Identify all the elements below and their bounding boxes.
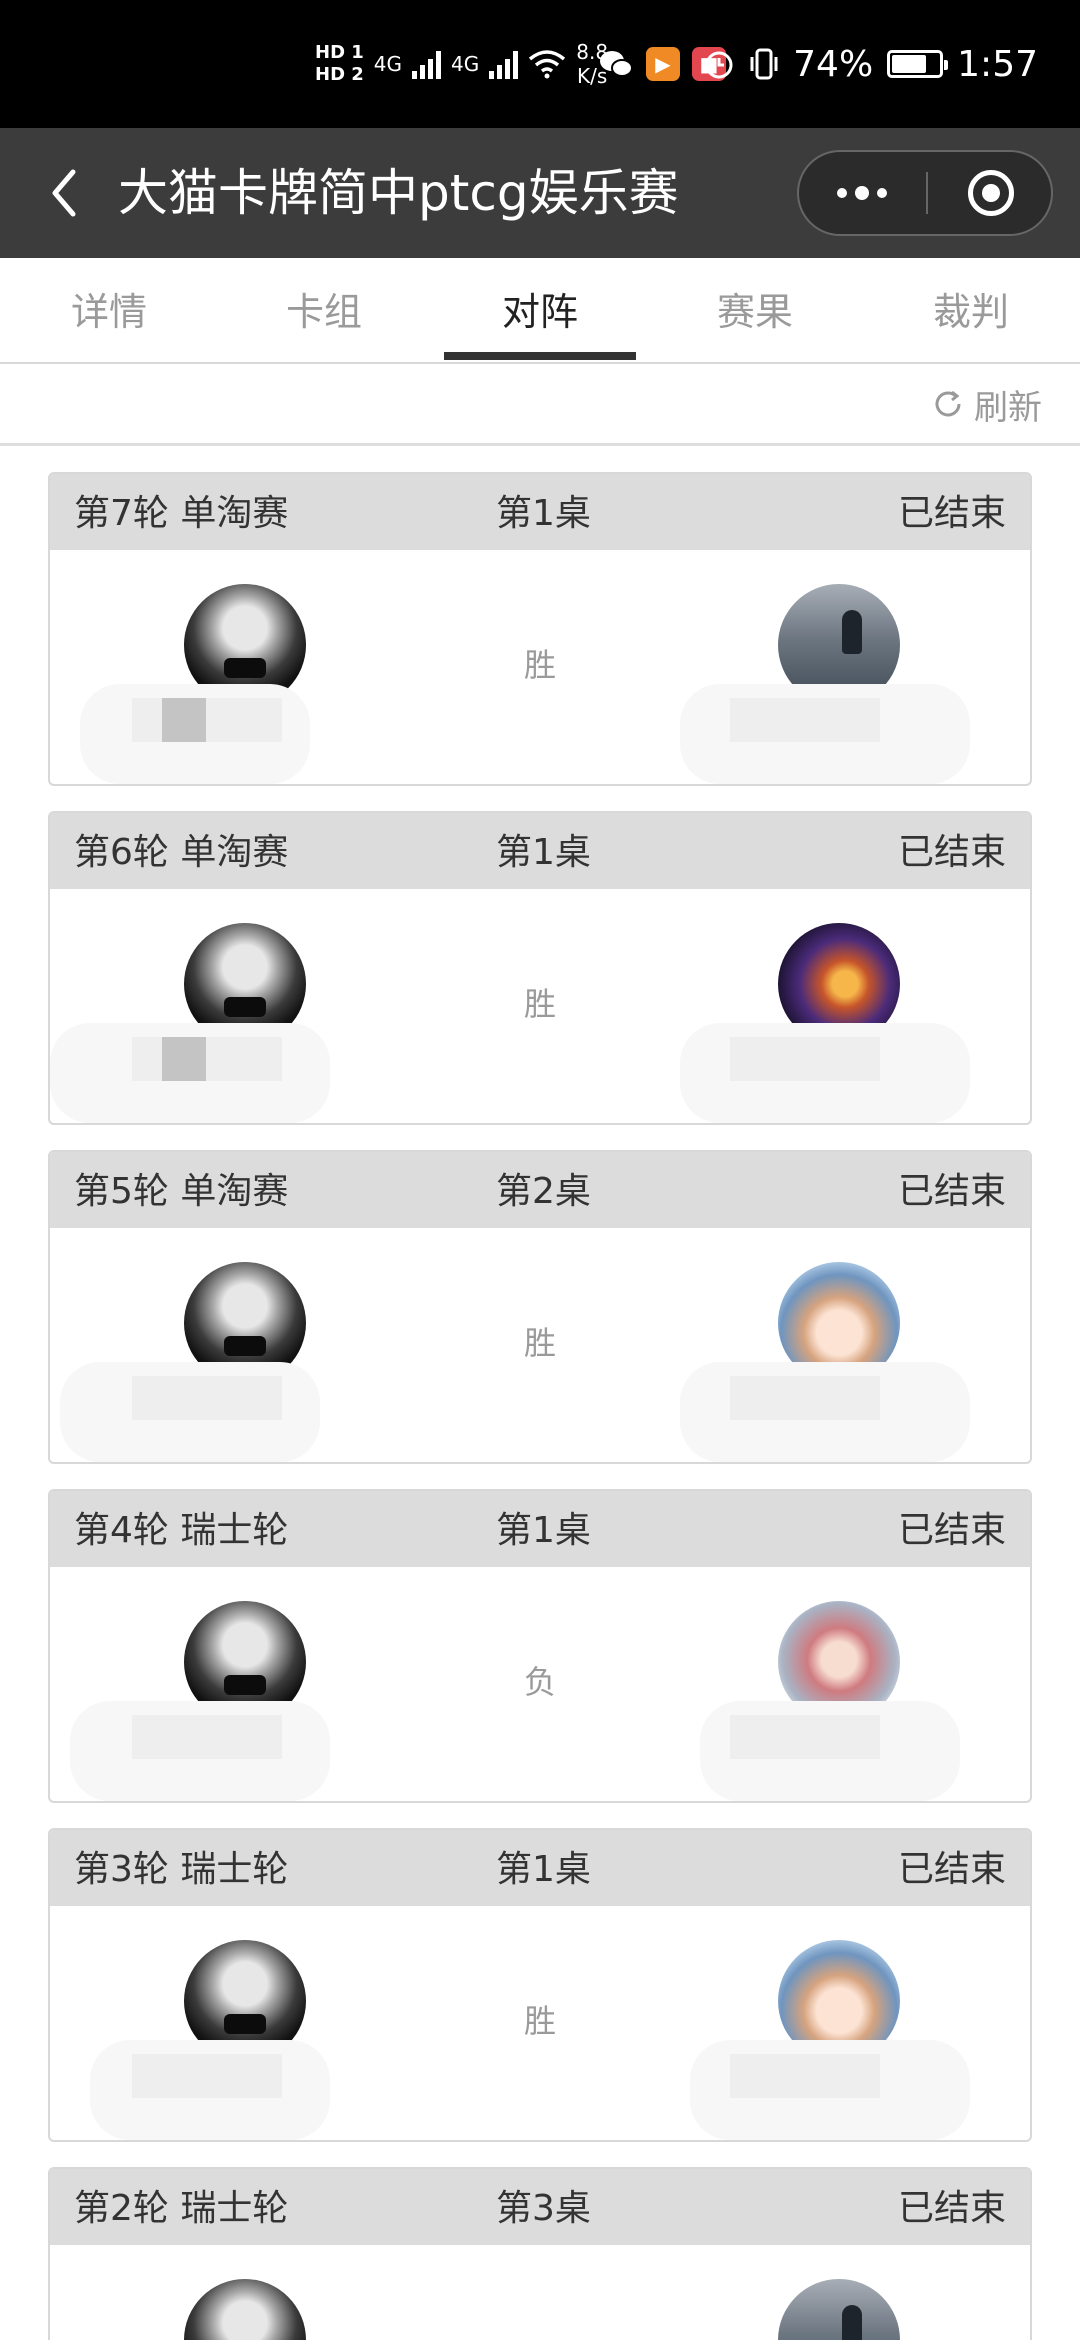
match-card[interactable]: 第2轮 瑞士轮 第3桌 已结束 <box>48 2167 1032 2340</box>
system-status: 74% 1:57 <box>703 0 1038 128</box>
match-status: 已结束 <box>897 1849 1006 1890</box>
tab-bar: 详情 卡组 对阵 赛果 裁判 <box>0 258 1080 364</box>
match-card[interactable]: 第6轮 单淘赛 第1桌 已结束 胜 <box>48 811 1032 1125</box>
match-table: 第1桌 <box>496 1510 591 1551</box>
hd1-label: HD 1 <box>315 42 364 63</box>
blurred-opponent-name <box>730 1037 880 1081</box>
blurred-player-name <box>162 1037 206 1081</box>
match-status: 已结束 <box>897 2188 1006 2229</box>
battery-icon <box>887 50 949 78</box>
match-card[interactable]: 第7轮 单淘赛 第1桌 已结束 胜 <box>48 472 1032 786</box>
match-round: 第7轮 单淘赛 <box>74 493 289 534</box>
signal-icon <box>412 49 442 79</box>
net1-label: 4G <box>373 52 403 76</box>
blurred-player-name <box>132 698 282 742</box>
signal-icon-2 <box>489 49 519 79</box>
network-indicators: HD 1 HD 2 4G 4G 8.8 K/s <box>315 0 608 128</box>
more-dot <box>855 186 869 200</box>
tab-details[interactable]: 详情 <box>14 258 204 362</box>
more-dot <box>877 188 887 198</box>
match-card[interactable]: 第4轮 瑞士轮 第1桌 已结束 负 <box>48 1489 1032 1803</box>
status-bar: HD 1 HD 2 4G 4G 8.8 K/s ▶ ■ 74% 1:57 <box>0 0 1080 128</box>
back-button[interactable] <box>36 165 92 221</box>
match-round: 第4轮 瑞士轮 <box>74 1510 289 1551</box>
blurred-player-name <box>132 1715 282 1759</box>
match-result: 胜 <box>523 1324 556 1362</box>
tab-results[interactable]: 赛果 <box>660 258 850 362</box>
wifi-icon <box>529 50 566 79</box>
tab-decks[interactable]: 卡组 <box>229 258 419 362</box>
match-table: 第1桌 <box>496 1849 591 1890</box>
match-result: 胜 <box>523 2002 556 2040</box>
more-button[interactable] <box>799 152 925 234</box>
match-card[interactable]: 第5轮 单淘赛 第2桌 已结束 胜 <box>48 1150 1032 1464</box>
blurred-opponent-name <box>730 2054 880 2098</box>
match-round: 第5轮 单淘赛 <box>74 1171 289 1212</box>
match-status: 已结束 <box>897 832 1006 873</box>
close-target-icon <box>968 170 1014 216</box>
match-result: 负 <box>523 1663 556 1701</box>
vibrate-icon <box>750 48 778 80</box>
match-header: 第4轮 瑞士轮 第1桌 已结束 <box>50 1491 1030 1567</box>
battery-percent: 74% <box>793 43 874 85</box>
opponent-avatar <box>778 2279 900 2340</box>
blurred-player-name <box>132 1037 282 1081</box>
match-header: 第6轮 单淘赛 第1桌 已结束 <box>50 813 1030 889</box>
match-status: 已结束 <box>897 1171 1006 1212</box>
match-result: 胜 <box>523 646 556 684</box>
tab-pairings[interactable]: 对阵 <box>445 258 635 362</box>
player-avatar <box>184 2279 306 2340</box>
match-card[interactable]: 第3轮 瑞士轮 第1桌 已结束 胜 <box>48 1828 1032 2142</box>
hd2-label: HD 2 <box>315 64 364 85</box>
refresh-button[interactable]: 刷新 <box>932 364 1042 444</box>
close-button[interactable] <box>929 152 1053 234</box>
nav-bar: 大猫卡牌简中ptcg娱乐赛 <box>0 128 1080 258</box>
match-header: 第3轮 瑞士轮 第1桌 已结束 <box>50 1830 1030 1906</box>
match-table: 第3桌 <box>496 2188 591 2229</box>
refresh-label: 刷新 <box>974 387 1042 428</box>
capsule-divider <box>926 172 928 214</box>
match-table: 第2桌 <box>496 1171 591 1212</box>
blurred-opponent-name <box>730 698 880 742</box>
match-round: 第6轮 单淘赛 <box>74 832 289 873</box>
match-status: 已结束 <box>897 1510 1006 1551</box>
battery-fill <box>892 55 927 73</box>
clock: 1:57 <box>957 43 1038 85</box>
alarm-icon <box>705 51 733 79</box>
blurred-opponent-name <box>730 1376 880 1420</box>
refresh-icon <box>935 390 961 417</box>
hd-indicator: HD 1 HD 2 <box>315 42 364 86</box>
refresh-row: 刷新 <box>0 364 1080 446</box>
net2-label: 4G <box>451 52 480 76</box>
miniprogram-capsule <box>797 150 1053 236</box>
wechat-icon <box>600 51 633 77</box>
tab-judges[interactable]: 裁判 <box>876 258 1066 362</box>
blurred-player-name <box>162 698 206 742</box>
blurred-player-name <box>132 1376 282 1420</box>
match-header: 第2轮 瑞士轮 第3桌 已结束 <box>50 2169 1030 2245</box>
match-round: 第3轮 瑞士轮 <box>74 1849 289 1890</box>
blurred-opponent-name <box>730 1715 880 1759</box>
video-app-icon: ▶ <box>646 47 680 81</box>
match-header: 第5轮 单淘赛 第2桌 已结束 <box>50 1152 1030 1228</box>
match-result: 胜 <box>523 985 556 1023</box>
page-title: 大猫卡牌简中ptcg娱乐赛 <box>118 164 679 222</box>
active-tab-indicator <box>444 352 636 360</box>
chevron-left-icon <box>52 169 76 217</box>
match-table: 第1桌 <box>496 832 591 873</box>
blurred-player-name <box>132 2054 282 2098</box>
match-table: 第1桌 <box>496 493 591 534</box>
more-dot <box>837 188 847 198</box>
match-status: 已结束 <box>897 493 1006 534</box>
match-header: 第7轮 单淘赛 第1桌 已结束 <box>50 474 1030 550</box>
match-round: 第2轮 瑞士轮 <box>74 2188 289 2229</box>
